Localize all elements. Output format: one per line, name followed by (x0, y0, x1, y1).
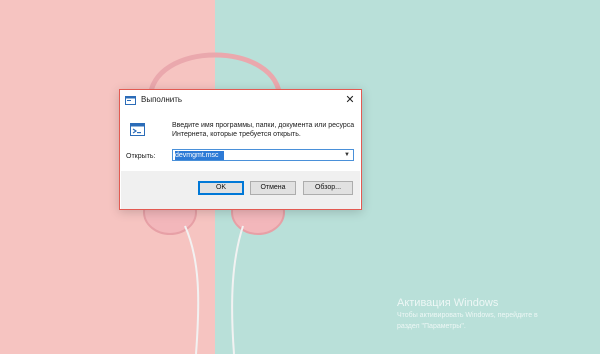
close-button[interactable]: ✕ (339, 90, 361, 110)
ok-button[interactable]: OK (198, 181, 244, 195)
activation-title: Активация Windows (397, 297, 499, 309)
activation-line-1: Чтобы активировать Windows, перейдите в (397, 312, 538, 319)
open-combobox[interactable]: ▼ (172, 149, 354, 161)
open-input[interactable] (175, 151, 335, 160)
activation-line-2: раздел "Параметры". (397, 323, 466, 330)
run-dialog: Выполнить ✕ Введите имя программы, папки… (119, 89, 362, 210)
windows-activation-watermark: Активация Windows Чтобы активировать Win… (397, 297, 538, 331)
run-program-icon (130, 123, 145, 136)
dialog-description: Введите имя программы, папки, документа … (172, 122, 355, 138)
open-label: Открыть: (126, 153, 155, 160)
run-dialog-icon (125, 96, 136, 105)
browse-button[interactable]: Обзор... (303, 181, 353, 195)
open-label-text: Открыть: (126, 153, 156, 160)
dialog-title: Выполнить (141, 95, 183, 104)
chevron-down-icon[interactable]: ▼ (342, 151, 352, 160)
cancel-button[interactable]: Отмена (250, 181, 296, 195)
title-bar[interactable]: Выполнить ✕ (120, 90, 361, 110)
